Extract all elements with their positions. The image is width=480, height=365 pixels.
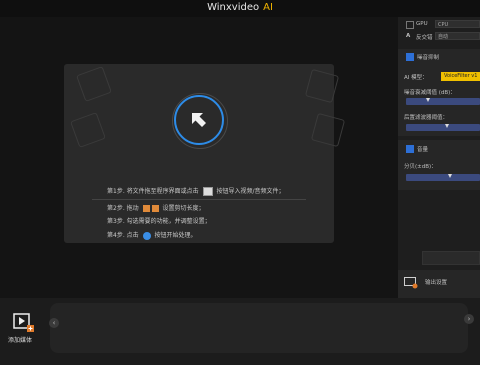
cpu-select-value: CPU (438, 22, 449, 28)
app-title-ai: AI (263, 2, 273, 13)
step-4-text: 第4步. 点击 (107, 232, 139, 239)
step-4-text-post: 按钮开始处理。 (154, 232, 197, 239)
gain-thumb[interactable] (448, 174, 453, 178)
volume-checkbox[interactable] (406, 145, 414, 153)
step-1-text-post: 按钮导入视频/音频文件； (216, 188, 285, 195)
volume-label: 音量 (417, 147, 429, 153)
chevron-left-icon: ‹ (52, 319, 56, 327)
export-settings-label: 输出设置 (425, 280, 448, 286)
antialias-icon: A (406, 33, 411, 39)
noise-threshold-label: 噪音衰减阈值 (dB)： (404, 90, 456, 96)
gain-slider[interactable] (406, 174, 480, 181)
prev-media-button[interactable]: ‹ (49, 318, 59, 328)
add-file-icon (202, 187, 213, 196)
ai-model-label: AI 模型： (404, 75, 428, 81)
app-title: Winxvideo AI (0, 2, 480, 13)
noise-threshold-slider[interactable] (406, 98, 480, 105)
run-icon (142, 231, 151, 240)
denoise-checkbox[interactable] (406, 53, 414, 61)
step-2-text: 第2步. 拖动 (107, 205, 139, 212)
step-1: 第1步. 将文件拖至程序界面或点击 按钮导入视频/音频文件； (107, 186, 285, 196)
photo-deco-icon (70, 112, 106, 148)
run-button[interactable] (422, 251, 480, 265)
noise-threshold-thumb[interactable] (426, 98, 431, 102)
step-2: 第2步. 拖动 设置剪切长度； (107, 203, 205, 212)
post-filter-label: 后置滤波器阈值： (404, 115, 449, 121)
post-filter-slider[interactable] (406, 124, 480, 131)
divider (92, 199, 306, 200)
add-media-icon[interactable] (13, 313, 35, 333)
deinterlace-select[interactable]: 自动 (435, 32, 480, 40)
deinterlace-select-value: 自动 (438, 34, 449, 40)
denoise-label: 噪音抑制 (417, 55, 440, 61)
ai-model-select[interactable]: VoiceFilter v1 (441, 72, 480, 81)
app-title-text: Winxvideo (207, 2, 260, 13)
ai-model-value: VoiceFilter v1 (444, 73, 478, 79)
step-3-text: 第3步. 勾选需要的功能，并调整设置； (107, 218, 211, 225)
trim-left-icon (142, 205, 150, 212)
trim-right-icon (151, 205, 159, 212)
export-settings-icon[interactable] (404, 277, 418, 289)
step-1-text: 第1步. 将文件拖至程序界面或点击 (107, 188, 199, 195)
chevron-right-icon: › (467, 315, 471, 323)
step-3: 第3步. 勾选需要的功能，并调整设置； (107, 216, 211, 225)
add-media-label: 添加媒体 (8, 337, 33, 344)
cpu-select[interactable]: CPU (435, 20, 480, 28)
step-4: 第4步. 点击 按钮开始处理。 (107, 230, 197, 240)
film-deco-icon (76, 66, 112, 102)
media-strip[interactable] (50, 303, 468, 353)
gpu-checkbox[interactable] (406, 21, 414, 29)
post-filter-thumb[interactable] (444, 124, 449, 128)
antialias-label: 反交错 (416, 35, 433, 41)
gain-label: 分贝(±dB)： (404, 164, 437, 170)
step-2-text-post: 设置剪切长度； (162, 205, 205, 212)
gpu-label: GPU (416, 21, 428, 27)
import-arrow-icon[interactable] (190, 111, 208, 129)
next-media-button[interactable]: › (464, 314, 474, 324)
